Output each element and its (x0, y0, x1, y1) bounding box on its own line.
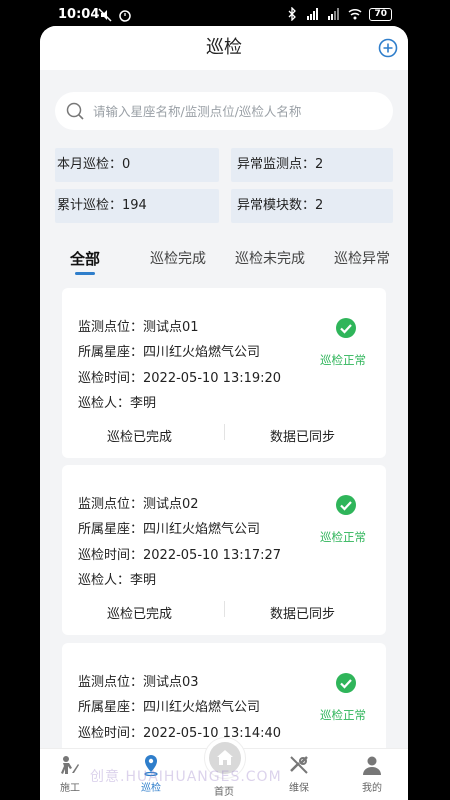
status-right-icons: 70 (285, 7, 392, 21)
nav-profile[interactable]: 我的 (352, 753, 392, 794)
nav-maintenance-label: 维保 (289, 783, 309, 794)
card-point: 监测点位：测试点02 (78, 497, 199, 512)
divider (224, 601, 225, 617)
stat-month: 本月巡检：0 (55, 148, 219, 182)
stat-total-label: 累计巡检：194 (57, 198, 147, 213)
tab-all[interactable]: 全部 (70, 248, 100, 269)
check-circle-icon (336, 318, 356, 338)
nav-construction-label: 施工 (60, 783, 80, 794)
header: 巡检 (40, 26, 408, 70)
stat-total: 累计巡检：194 (55, 189, 219, 223)
construction-worker-icon (61, 756, 79, 774)
card-constellation: 所属星座：四川红火焰燃气公司 (78, 345, 261, 360)
wifi-icon (348, 8, 362, 20)
stat-abnormal-points-label: 异常监测点：2 (237, 157, 324, 172)
inspection-card[interactable]: 监测点位：测试点02 所属星座：四川红火焰燃气公司 巡检时间：2022-05-1… (62, 465, 386, 635)
stat-abnormal-points: 异常监测点：2 (231, 148, 393, 182)
signal-icon (307, 8, 319, 20)
alarm-icon (119, 10, 131, 22)
card-constellation: 所属星座：四川红火焰燃气公司 (78, 522, 261, 537)
watermark: 创意.HUAIHUANGES.COM (90, 769, 282, 785)
battery-icon: 70 (369, 7, 392, 21)
completed-button[interactable]: 巡检已完成 (107, 426, 172, 445)
card-time: 巡检时间：2022-05-10 13:14:40 (78, 726, 282, 741)
home-icon (217, 750, 233, 765)
app-panel: 巡检 本月巡检：0 异常监测点：2 累计巡检：194 异常模块数：2 全部 巡检… (40, 26, 408, 800)
card-time: 巡检时间：2022-05-10 13:17:27 (78, 548, 282, 563)
search-input[interactable] (91, 102, 385, 120)
status-left-icons (98, 8, 132, 22)
user-icon (363, 756, 381, 775)
nav-home-label: 首页 (214, 787, 234, 798)
search-icon (66, 102, 84, 120)
tab-completed[interactable]: 巡检完成 (150, 248, 206, 268)
nav-construction[interactable]: 施工 (50, 753, 90, 794)
card-point: 监测点位：测试点01 (78, 320, 199, 335)
status-label: 巡检正常 (320, 708, 366, 722)
synced-button[interactable]: 数据已同步 (270, 426, 335, 445)
search-bar[interactable] (55, 92, 393, 130)
check-circle-icon (336, 495, 356, 515)
tab-underline (75, 272, 95, 275)
card-constellation: 所属星座：四川红火焰燃气公司 (78, 700, 261, 715)
add-icon[interactable] (378, 38, 398, 58)
tools-icon (290, 756, 308, 774)
nav-profile-label: 我的 (362, 783, 382, 794)
check-circle-icon (336, 673, 356, 693)
completed-button[interactable]: 巡检已完成 (107, 603, 172, 622)
stat-abnormal-modules-label: 异常模块数：2 (237, 198, 324, 213)
nav-maintenance[interactable]: 维保 (279, 753, 319, 794)
stat-month-label: 本月巡检：0 (57, 157, 131, 172)
synced-button[interactable]: 数据已同步 (270, 603, 335, 622)
status-time: 10:04 (58, 7, 100, 22)
card-inspector: 巡检人：李明 (78, 396, 157, 411)
mute-icon (98, 8, 112, 22)
tab-incomplete[interactable]: 巡检未完成 (235, 248, 305, 268)
page-title: 巡检 (206, 37, 242, 58)
card-inspector: 巡检人：李明 (78, 573, 157, 588)
tab-bar: 全部 巡检完成 巡检未完成 巡检异常 (40, 244, 408, 280)
card-point: 监测点位：测试点03 (78, 675, 199, 690)
inspection-card[interactable]: 监测点位：测试点01 所属星座：四川红火焰燃气公司 巡检时间：2022-05-1… (62, 288, 386, 458)
card-time: 巡检时间：2022-05-10 13:19:20 (78, 371, 282, 386)
stat-abnormal-modules: 异常模块数：2 (231, 189, 393, 223)
tab-abnormal[interactable]: 巡检异常 (334, 248, 390, 268)
signal-icon-2 (328, 8, 340, 20)
divider (224, 424, 225, 440)
status-label: 巡检正常 (320, 530, 366, 544)
bluetooth-icon (289, 7, 297, 21)
status-label: 巡检正常 (320, 353, 366, 367)
